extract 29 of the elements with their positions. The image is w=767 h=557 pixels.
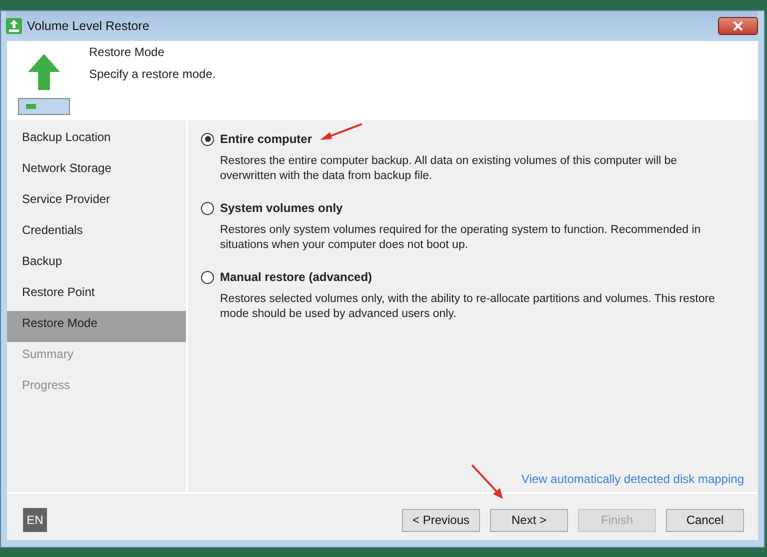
disk-mapping-link[interactable]: View automatically detected disk mapping [521,472,744,486]
radio-button[interactable] [201,202,214,214]
option-description: Restores the entire computer backup. All data on existing volumes of this computer will be overwritten with the data from backup file. [220,154,678,184]
close-button[interactable] [718,17,758,35]
window-title: Volume Level Restore [27,19,150,33]
option-description: Restores selected volumes only, with the ability to re-allocate partitions and volumes. This restore mode should be used by advanced users only. [220,292,716,322]
wizard-step[interactable]: Backup [7,249,186,280]
close-icon [732,21,744,31]
wizard-step[interactable]: Service Provider [7,187,186,218]
radio-button[interactable] [201,132,214,146]
page-title: Restore Mode [89,45,166,59]
wizard-button[interactable]: Next > [490,508,568,532]
wizard-button[interactable]: Cancel [666,508,744,532]
option-label[interactable]: System volumes only [220,201,343,215]
language-badge: EN [23,508,47,532]
wizard-step[interactable]: Backup Location [7,125,186,156]
annotation-arrow [470,463,506,501]
upload-icon [6,18,22,34]
wizard-step[interactable]: Restore Point [7,280,186,311]
page-subtitle: Specify a restore mode. [89,67,216,81]
wizard-step[interactable]: Restore Mode [7,311,186,342]
annotation-arrow [318,122,364,142]
option-label[interactable]: Manual restore (advanced) [220,270,372,284]
radio-button[interactable] [201,270,214,284]
wizard-button[interactable]: < Previous [402,508,480,532]
wizard-step[interactable]: Network Storage [7,156,186,187]
option-label[interactable]: Entire computer [220,132,312,146]
option-description: Restores only system volumes required for the operating system to function. Recommended in situations when your computer does not boot up. [220,223,702,253]
wizard-step[interactable]: Credentials [7,218,186,249]
